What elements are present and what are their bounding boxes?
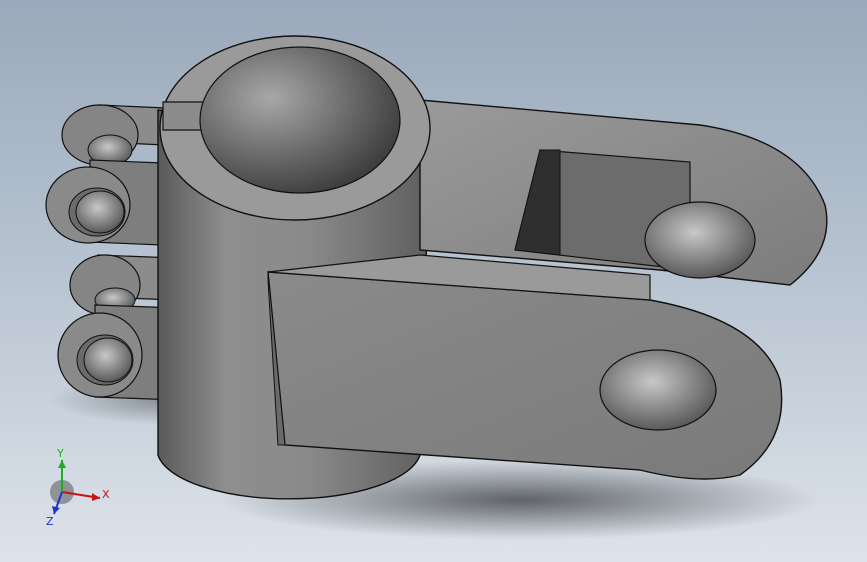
triad-x-label: X: [102, 488, 110, 501]
triad-y-label: Y: [57, 447, 64, 460]
cylinder-bore[interactable]: [199, 46, 401, 194]
triad-z-label: Z: [46, 515, 54, 528]
back-arm-hole[interactable]: [644, 201, 756, 279]
back-arm-plate[interactable]: [419, 99, 828, 286]
triad-y-arrow: [58, 460, 66, 468]
graphics-viewport[interactable]: X Y Z: [0, 0, 867, 562]
triad-z-arrow: [52, 506, 60, 514]
3d-model-clamp-bracket[interactable]: [0, 0, 867, 562]
cylinder-top-face[interactable]: [159, 35, 431, 221]
coordinate-triad: X Y Z: [40, 448, 120, 530]
front-arm-hole[interactable]: [599, 349, 717, 431]
front-arm-plate[interactable]: [267, 254, 783, 480]
upper-lug-pair[interactable]: [45, 104, 166, 246]
